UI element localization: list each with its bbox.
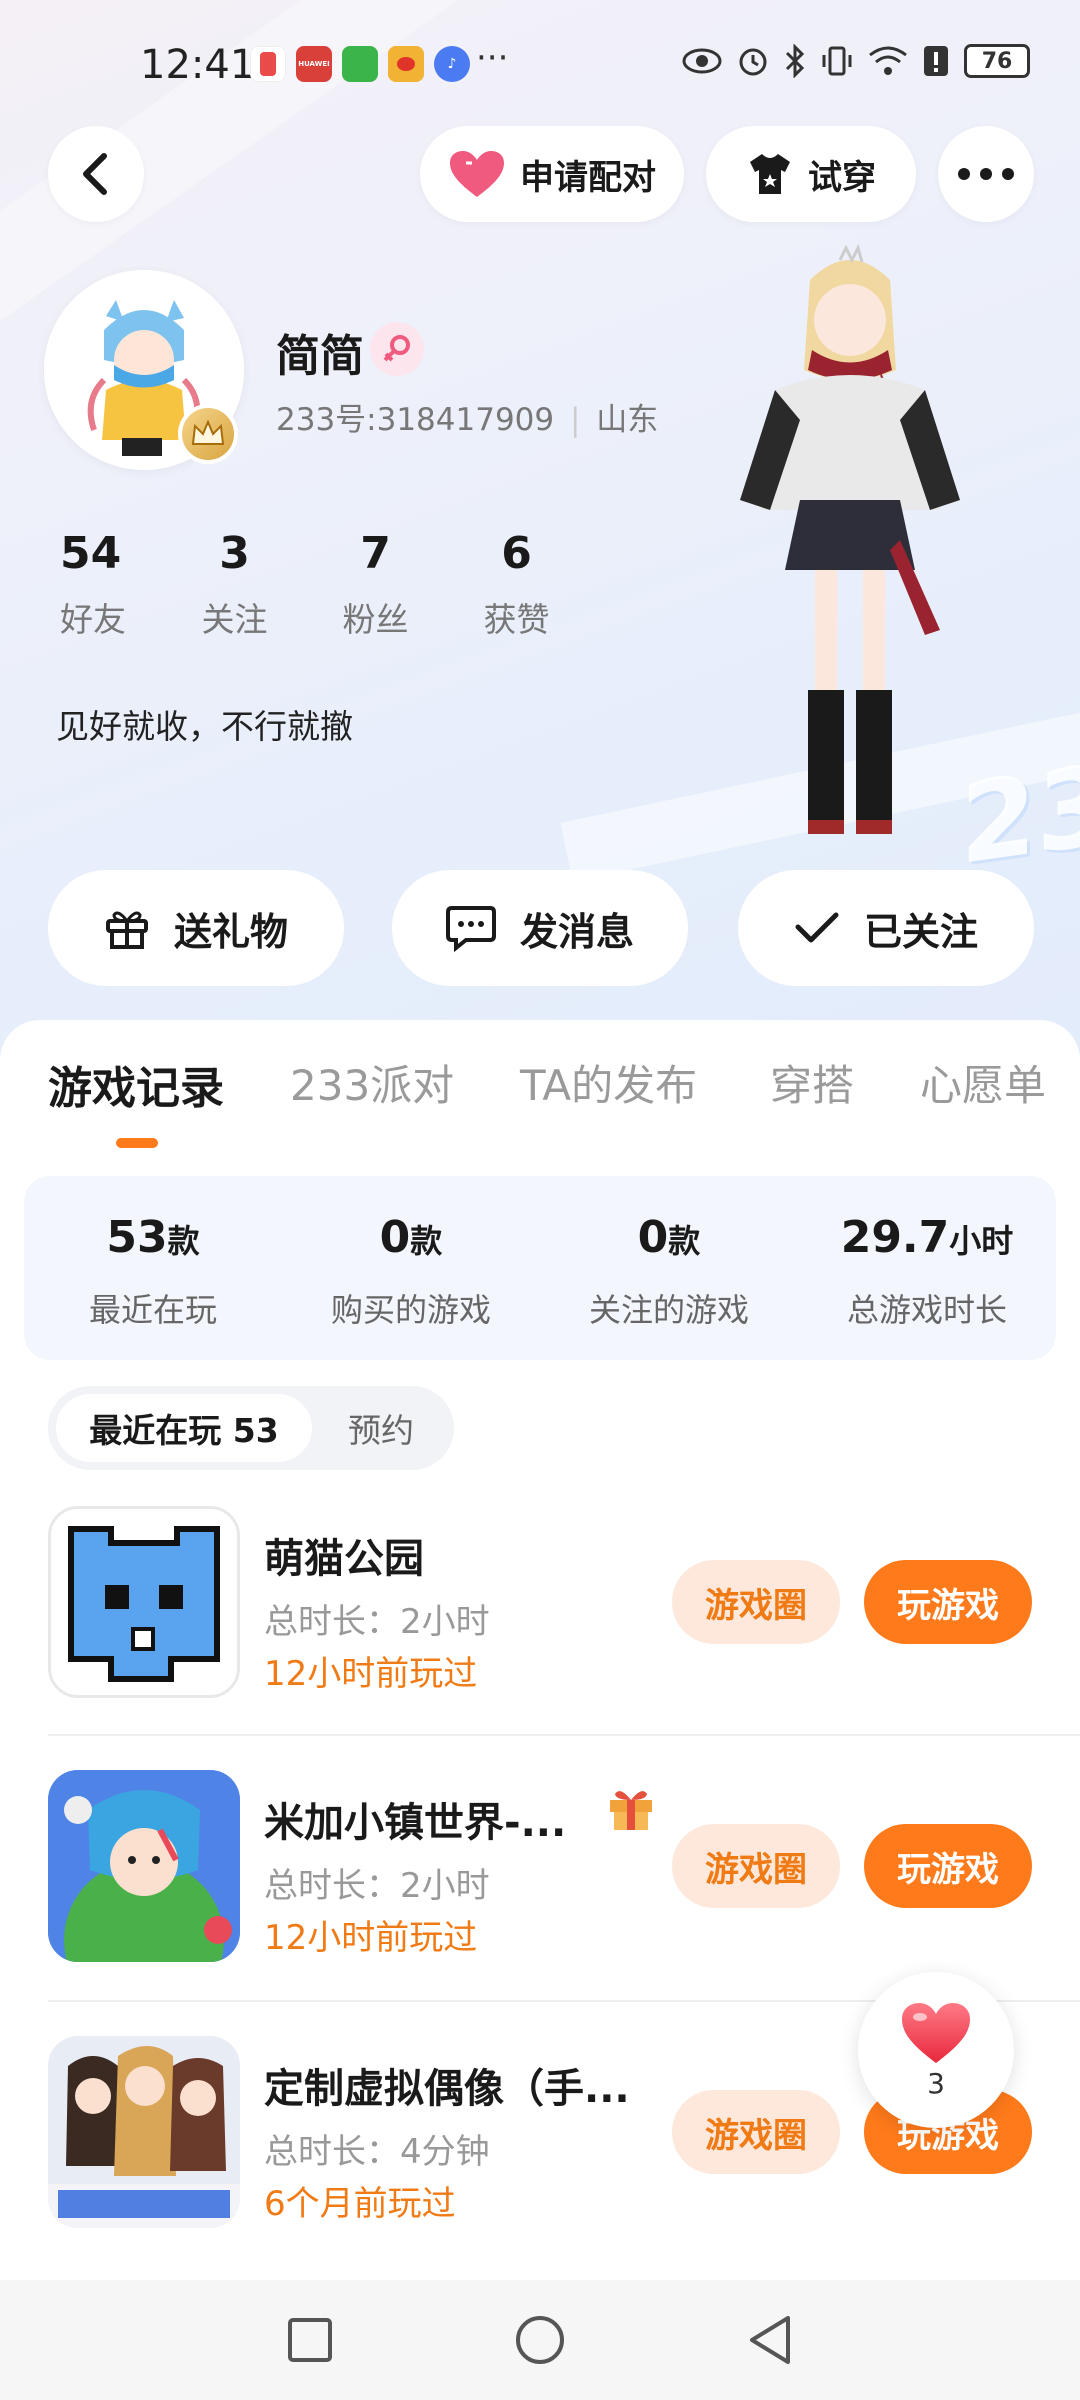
divider [48, 1734, 1080, 1736]
status-system-icons: 76 [682, 44, 1030, 78]
status-time: 12:41 [140, 42, 256, 88]
eye-icon [682, 48, 722, 74]
send-message-button[interactable]: 发消息 [392, 870, 688, 986]
back-button[interactable] [48, 126, 144, 222]
back-nav-button[interactable] [740, 2310, 800, 2370]
request-pair-label: 申请配对 [520, 157, 656, 198]
tapmall-app-icon [342, 46, 378, 82]
like-count: 3 [927, 2066, 945, 2100]
tab-233-party[interactable]: 233派对 [290, 1052, 454, 1113]
summary-purchased-games[interactable]: 0款 购买的游戏 [282, 1176, 540, 1360]
send-message-label: 发消息 [519, 909, 634, 954]
home-button[interactable] [510, 2310, 570, 2370]
profile-stats: 54 好友 3 关注 7 粉丝 6 获赞 [44, 528, 587, 641]
game-circle-button[interactable]: 游戏圈 [672, 1560, 840, 1644]
status-app-icons: HUAWEI ♪ [250, 46, 470, 82]
gift-badge-icon [610, 1791, 652, 1830]
square-icon [288, 2318, 332, 2362]
try-on-button[interactable]: 试穿 [706, 126, 916, 222]
followed-button[interactable]: 已关注 [738, 870, 1034, 986]
try-on-label: 试穿 [808, 157, 876, 198]
checkmark-icon [795, 912, 839, 943]
summary-followed-games[interactable]: 0款 关注的游戏 [540, 1176, 798, 1360]
tshirt-icon [750, 154, 790, 194]
game-icon-custom-idol [48, 2036, 240, 2228]
stat-fans[interactable]: 7 粉丝 [305, 528, 446, 641]
request-pair-button[interactable]: 申请配对 [420, 126, 684, 222]
summary-total-playtime[interactable]: 29.7小时 总游戏时长 [798, 1176, 1056, 1360]
send-gift-button[interactable]: 送礼物 [48, 870, 344, 986]
game-circle-button[interactable]: 游戏圈 [672, 2090, 840, 2174]
game-duration: 总时长：2小时 [264, 1866, 490, 1906]
chevron-left-icon [83, 153, 107, 195]
location: 山东 [596, 402, 659, 438]
game-circle-button[interactable]: 游戏圈 [672, 1824, 840, 1908]
tab-outfits[interactable]: 穿搭 [770, 1052, 854, 1113]
play-game-button[interactable]: 玩游戏 [864, 1824, 1032, 1908]
game-title: 萌猫公园 [264, 1536, 424, 1582]
status-more-icon: ··· [476, 38, 509, 78]
bluetooth-icon [785, 44, 805, 78]
nickname: 简简 [276, 331, 364, 382]
status-bar: 12:41 HUAWEI ♪ ··· 76 [0, 0, 1080, 130]
stat-likes[interactable]: 6 获赞 [446, 528, 587, 641]
avatar[interactable] [44, 270, 244, 470]
circle-icon [516, 2316, 564, 2364]
battery-indicator: 76 [964, 44, 1030, 78]
tab-wishlist[interactable]: 心愿单 [920, 1052, 1046, 1113]
game-last-played: 6个月前玩过 [264, 2184, 456, 2224]
summary-recent-played[interactable]: 53款 最近在玩 [24, 1176, 282, 1360]
active-tab-indicator [116, 1138, 158, 1148]
game-title: 定制虚拟偶像（手... [264, 2066, 630, 2112]
system-navigation-bar [0, 2280, 1080, 2400]
game-row[interactable]: 萌猫公园 总时长：2小时 12小时前玩过 游戏圈 玩游戏 [0, 1506, 1080, 1772]
profile-actions: 送礼物 发消息 已关注 [0, 870, 1080, 986]
vibrate-icon [822, 46, 852, 76]
profile-tabs: 游戏记录 233派对 TA的发布 穿搭 心愿单 [0, 1052, 1080, 1122]
music-app-icon: ♪ [434, 46, 470, 82]
heart-icon [902, 2002, 970, 2063]
wifi-icon [869, 46, 907, 75]
stat-friends[interactable]: 54 好友 [44, 528, 164, 641]
followed-label: 已关注 [863, 909, 978, 954]
heart-icon [450, 151, 504, 197]
more-horizontal-icon [958, 168, 1014, 180]
game-title: 米加小镇世界-... [264, 1800, 567, 1846]
game-icon-miga-town [48, 1770, 240, 1962]
bio: 见好就收，不行就撤 [56, 707, 353, 746]
subtab-reservations[interactable]: 预约 [348, 1394, 414, 1462]
play-game-button[interactable]: 玩游戏 [864, 1560, 1032, 1644]
game-summary: 53款 最近在玩 0款 购买的游戏 0款 关注的游戏 29.7小时 总游戏时长 [24, 1176, 1056, 1360]
notification-app-1-icon [250, 46, 286, 82]
huawei-app-icon: HUAWEI [296, 46, 332, 82]
user-id: 233号:318417909 [276, 402, 555, 438]
send-gift-label: 送礼物 [173, 909, 288, 954]
game-duration: 总时长：4分钟 [264, 2132, 490, 2172]
crown-badge-icon [178, 404, 238, 464]
stat-following[interactable]: 3 关注 [164, 528, 305, 641]
female-gender-icon [370, 322, 424, 376]
more-options-button[interactable] [938, 126, 1034, 222]
user-id-location: 233号:318417909 | 山东 [276, 402, 659, 438]
gift-icon [105, 911, 148, 949]
game-duration: 总时长：2小时 [264, 1602, 490, 1642]
triangle-back-icon [750, 2316, 790, 2364]
game-list-subtabs: 最近在玩 53 预约 [48, 1386, 454, 1470]
game-last-played: 12小时前玩过 [264, 1654, 478, 1694]
like-float-button[interactable]: 3 [858, 1972, 1014, 2128]
tab-posts[interactable]: TA的发布 [520, 1052, 697, 1113]
subtab-recent-played[interactable]: 最近在玩 53 [56, 1394, 312, 1462]
tab-game-records[interactable]: 游戏记录 [48, 1052, 224, 1116]
avatar-character-image[interactable] [700, 240, 1000, 860]
weibo-app-icon [388, 46, 424, 82]
game-last-played: 12小时前玩过 [264, 1918, 478, 1958]
recents-button[interactable] [280, 2310, 340, 2370]
alarm-icon [739, 48, 767, 76]
chat-bubble-icon [445, 906, 496, 952]
game-icon-cat-park [48, 1506, 240, 1698]
alert-icon [924, 46, 948, 76]
